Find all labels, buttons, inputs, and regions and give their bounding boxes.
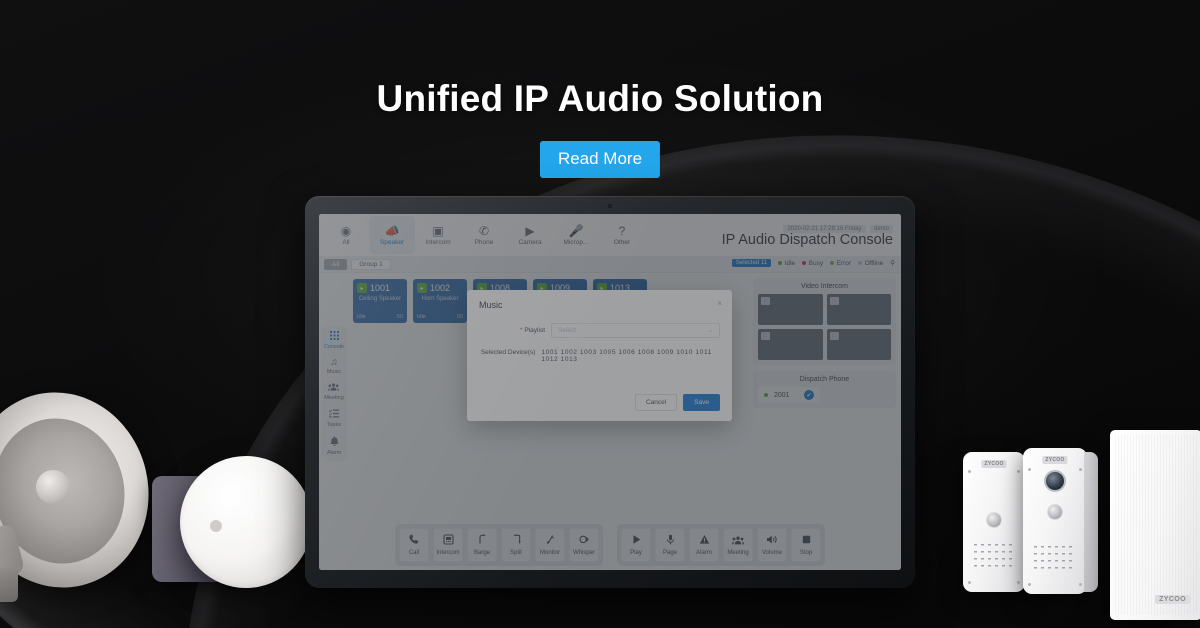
read-more-button[interactable]: Read More xyxy=(539,141,661,178)
tablet-screen: ◉ All 📣 Speaker ▣ Intercom ✆ Phone ▶ Cam… xyxy=(319,214,901,570)
panel-screw xyxy=(1079,468,1082,471)
intercom-speaker-grille xyxy=(974,544,1014,572)
required-mark: * xyxy=(519,327,523,334)
close-icon[interactable]: × xyxy=(717,299,722,308)
horn-driver-dome xyxy=(36,470,70,504)
tablet-front-camera-icon xyxy=(608,204,612,208)
intercom-panel-audio: ZYCOO xyxy=(963,452,1025,592)
dialog-footer: Cancel Save xyxy=(634,394,720,411)
panel-screw xyxy=(1028,583,1031,586)
intercom-call-button xyxy=(986,512,1002,528)
playlist-select[interactable]: Select ⌄ xyxy=(551,323,720,338)
panel-screw xyxy=(968,581,971,584)
camera-lens-icon xyxy=(1044,470,1066,492)
intercom-panel-side-profile xyxy=(1084,452,1098,592)
brand-logo: ZYCOO xyxy=(981,460,1007,468)
save-button[interactable]: Save xyxy=(683,394,720,411)
chevron-down-icon: ⌄ xyxy=(707,328,713,334)
cancel-button[interactable]: Cancel xyxy=(634,394,678,411)
ceiling-speaker-product-image xyxy=(148,446,318,626)
playlist-label-text: Playlist xyxy=(524,327,545,334)
dialog-title: Music xyxy=(479,300,503,310)
intercom-call-button xyxy=(1047,504,1063,520)
panel-screw xyxy=(1028,468,1031,471)
tablet-device-mockup: ◉ All 📣 Speaker ▣ Intercom ✆ Phone ▶ Cam… xyxy=(305,196,915,588)
selected-devices-value: 1001 1002 1003 1005 1006 1008 1009 1010 … xyxy=(541,349,712,363)
ceiling-speaker-clip xyxy=(210,520,222,532)
panel-screw xyxy=(1079,583,1082,586)
intercom-panel-video: ZYCOO xyxy=(1023,448,1087,594)
brand-logo: ZYCOO xyxy=(1042,456,1068,464)
ceiling-speaker-grille xyxy=(180,456,312,588)
playlist-placeholder: Select xyxy=(558,327,577,334)
page-title: Unified IP Audio Solution xyxy=(376,78,824,119)
panel-screw xyxy=(1017,470,1020,473)
selected-devices-row: Selected Device(s) 1001 1002 1003 1005 1… xyxy=(479,349,720,363)
panel-screw xyxy=(1017,581,1020,584)
brand-logo: ZYCOO xyxy=(1155,595,1190,604)
music-dialog: Music × * Playlist Select ⌄ Selected Devi… xyxy=(467,290,732,421)
dispatch-console-app: ◉ All 📣 Speaker ▣ Intercom ✆ Phone ▶ Cam… xyxy=(319,214,901,570)
playlist-label: * Playlist xyxy=(479,327,551,334)
wall-speaker-product-image: ZYCOO xyxy=(1110,430,1200,620)
panel-screw xyxy=(968,470,971,473)
horn-mount-bracket xyxy=(0,568,18,602)
intercom-speaker-grille xyxy=(1034,546,1074,574)
playlist-field-row: * Playlist Select ⌄ xyxy=(479,323,720,338)
selected-devices-label: Selected Device(s) xyxy=(480,349,536,356)
